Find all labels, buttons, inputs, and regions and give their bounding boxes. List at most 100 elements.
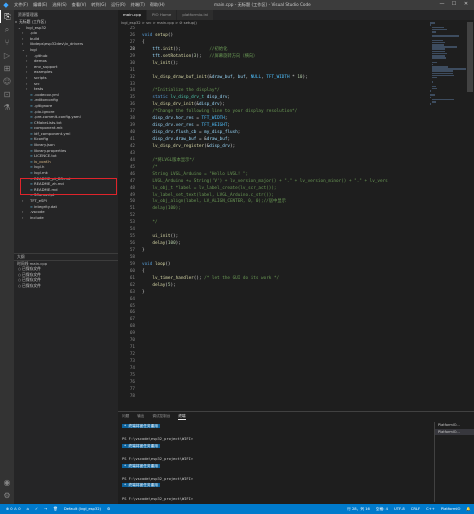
- menu-item[interactable]: 转到(G): [91, 2, 106, 8]
- code-text: delay(5);: [152, 282, 176, 288]
- menu-bar: 文件(F) 编辑(E) 选择(S) 查看(V) 转到(G) 运行(R) 终端(T) 帮助(H): [14, 2, 170, 8]
- code-text: /*将LVGL版本显示*/: [152, 157, 195, 163]
- status-item[interactable]: →: [44, 507, 47, 511]
- search-icon[interactable]: ⌕: [0, 23, 14, 36]
- panel-tab[interactable]: 输出: [137, 412, 144, 420]
- code-line: 51 delay(100);: [118, 206, 430, 213]
- panel-tab[interactable]: 问题: [122, 412, 129, 420]
- minimize-button[interactable]: —: [436, 1, 448, 7]
- menu-item[interactable]: 文件(F): [14, 2, 28, 8]
- menu-item[interactable]: 选择(S): [52, 2, 66, 8]
- status-item[interactable]: 🔔: [466, 507, 471, 511]
- code-text: static lv_disp_drv_t disp_drv;: [152, 95, 231, 101]
- tree-label: include: [30, 214, 44, 220]
- status-item[interactable]: C++: [426, 507, 435, 511]
- line-number: 59: [129, 261, 135, 267]
- tab-platformio-ini[interactable]: platformio.ini: [177, 10, 215, 20]
- tree-label: scripts: [34, 74, 47, 80]
- tree-label: .codecov.yml: [34, 91, 59, 97]
- status-item[interactable]: ✓: [35, 507, 38, 511]
- tree-label: build: [30, 35, 40, 41]
- menu-item[interactable]: 运行(R): [111, 2, 126, 8]
- minimap[interactable]: [430, 20, 466, 120]
- code-line: 59 void loop(): [118, 262, 430, 269]
- tree-label: .github: [34, 52, 48, 58]
- tree-label: lvgl.mk: [34, 170, 48, 176]
- editor-scrollbar-thumb[interactable]: [467, 22, 473, 92]
- terminal[interactable]: * 终端将被任务重用 PS F:\vscode\esp32_project\WIF…: [122, 423, 434, 503]
- menu-item[interactable]: 终端(T): [131, 2, 145, 8]
- code-text: String LVGL_Arduino = "Hello LVGL! ";: [142, 171, 249, 177]
- tree-label: .gitignore: [34, 102, 53, 108]
- code-text: /*Initialize the display*/: [152, 88, 220, 94]
- status-bar: ⊗ 0 ⚠ 0 ⌂ ✓ → 🗑 Default (lvgl_esp32) ⚙ 行 28，列 1…: [0, 504, 474, 514]
- status-item[interactable]: CRLF: [411, 507, 420, 511]
- code-text: /*: [142, 164, 158, 170]
- terminal-line: PS F:\vscode\esp32_project\WIFI>: [122, 436, 434, 443]
- terminal-instance[interactable]: PlatformIO...: [435, 428, 474, 435]
- tab-pio-home[interactable]: PIO Home: [147, 10, 178, 20]
- code-line: 69: [118, 331, 430, 338]
- code-text: lv_init();: [152, 60, 179, 66]
- status-item[interactable]: 空格: 4: [376, 507, 388, 512]
- code-line: 63}: [118, 290, 430, 297]
- code-line: 30 lv_init();: [118, 61, 430, 68]
- account-icon[interactable]: ◉: [0, 476, 14, 489]
- status-item[interactable]: ⊗ 0 ⚠ 0: [6, 507, 21, 511]
- status-item[interactable]: Default (lvgl_esp32): [64, 507, 101, 511]
- terminal-text: * 终端将被任务重用: [122, 424, 160, 428]
- files-icon[interactable]: ⎘: [0, 10, 14, 23]
- run-debug-icon[interactable]: ▷: [0, 49, 14, 62]
- code-line: 53 */: [118, 220, 430, 227]
- code-text: {: [142, 268, 145, 274]
- tree-label: lvgl: [30, 46, 37, 52]
- tree-label: demos: [34, 58, 47, 64]
- code-text: delay(100);: [152, 241, 181, 247]
- line-number: 75: [129, 372, 135, 378]
- code-editor[interactable]: 25 26 void setup() 27{28 tft.init(); //初始化 2…: [118, 26, 430, 406]
- vscode-logo-icon: ◆: [3, 1, 9, 9]
- chevron-right-icon: ›: [22, 215, 24, 220]
- menu-item[interactable]: 帮助(H): [150, 2, 165, 8]
- minimap-line: [431, 35, 459, 37]
- code-text: lv_obj_t *label = lv_label_create(lv_scr…: [142, 185, 277, 191]
- testing-icon[interactable]: ⚗: [0, 101, 14, 114]
- tree-label: lvgl.h: [34, 164, 45, 170]
- code-text: }: [142, 248, 145, 253]
- timeline-item[interactable]: ○已保存文件: [14, 283, 118, 289]
- panel-tab[interactable]: 调试控制台: [152, 412, 170, 420]
- status-item[interactable]: ⌂: [27, 507, 29, 511]
- code-line: 25: [118, 26, 430, 33]
- tree-folder[interactable]: › include: [14, 215, 118, 221]
- terminal-text: PS F:\vscode\esp32_project\WIFI>: [122, 496, 194, 501]
- menu-item[interactable]: 查看(V): [72, 2, 87, 8]
- line-number: 76: [129, 379, 135, 385]
- status-item[interactable]: 行 28，列 16: [347, 507, 370, 512]
- editor-tabs: main.cpp PIO Home platformio.ini: [118, 10, 474, 20]
- maximize-button[interactable]: ☐: [448, 1, 460, 7]
- settings-icon[interactable]: ⚙: [0, 489, 14, 502]
- remote-icon[interactable]: ⊡: [0, 88, 14, 101]
- timeline-label: 已保存文件: [22, 271, 41, 277]
- code-text: lv_disp_drv_register(&disp_drv);: [152, 143, 236, 149]
- status-item[interactable]: PlatformIO: [441, 507, 461, 511]
- line-number: 29: [129, 53, 135, 59]
- panel-tab[interactable]: 终端: [178, 412, 186, 420]
- terminal-text: * 终端将被任务重用: [122, 443, 160, 448]
- status-item[interactable]: 🗑: [53, 507, 58, 511]
- line-number: 26: [129, 32, 135, 38]
- line-number: 58: [129, 254, 135, 260]
- code-text: lv_disp_draw_buf_init(&draw_buf, buf, NU…: [152, 74, 308, 80]
- close-button[interactable]: ✕: [460, 1, 472, 7]
- tab-main-cpp[interactable]: main.cpp: [118, 10, 148, 20]
- extensions-icon[interactable]: ⊞: [0, 62, 14, 75]
- status-item[interactable]: UTF-8: [394, 507, 405, 511]
- code-line: 26 void setup(): [118, 33, 430, 40]
- menu-item[interactable]: 编辑(E): [33, 2, 47, 8]
- platformio-icon[interactable]: ☺: [0, 75, 14, 88]
- status-item[interactable]: ⚙: [107, 507, 110, 511]
- source-control-icon[interactable]: ⑂: [0, 36, 14, 49]
